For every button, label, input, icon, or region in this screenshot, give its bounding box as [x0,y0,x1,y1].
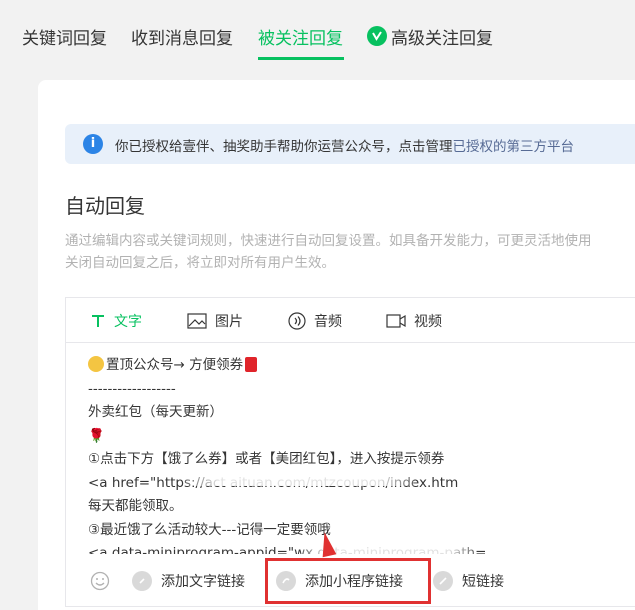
active-tab-underline [258,57,344,60]
type-tab-text-label: 文字 [114,314,142,330]
authorization-notice: i 你已授权给壹伴、抽奖助手帮助你运营公众号，点击管理已授权的第三方平台 [65,124,635,164]
emoji-icon [90,571,110,591]
reply-content-area[interactable]: 置顶公众号→ 方便领券 ------------------ 外卖红包（每天更新… [88,354,635,554]
content-line: ------------------ [88,380,176,397]
type-tab-audio-label: 音频 [314,314,342,330]
add-text-link-button[interactable]: 添加文字链接 [132,569,245,593]
short-link-icon [433,571,453,591]
tab-advanced-follow-reply[interactable]: 高级关注回复 [391,24,493,49]
type-tab-video[interactable]: 视频 [386,311,442,331]
third-party-platform-link[interactable]: 已授权的第三方平台 [453,139,575,155]
short-link-label: 短链接 [462,574,504,590]
tab-keyword-reply[interactable]: 关键词回复 [22,24,107,49]
tab-follow-reply[interactable]: 被关注回复 [258,24,343,49]
type-tab-image-label: 图片 [215,314,243,330]
mini-program-badge-icon [367,26,387,46]
editor-divider [66,342,635,343]
rose-emoji-line: 🌹 [88,427,105,444]
notice-message: 你已授权给壹伴、抽奖助手帮助你运营公众号，点击管理 [115,139,453,155]
audio-icon [288,312,306,330]
content-line: 外卖红包（每天更新） [88,404,223,420]
content-line: 每天都能领取。 [88,498,183,514]
type-tab-audio[interactable]: 音频 [288,311,342,331]
section-title: 自动回复 [65,194,145,218]
image-icon [187,313,207,329]
video-icon [386,314,406,328]
add-text-link-label: 添加文字链接 [161,574,245,590]
description-line-2: 关闭自动回复之后，将立即对所有用户生效。 [65,255,335,271]
reply-tabs: 关键词回复 收到消息回复 被关注回复 高级关注回复 [0,0,635,66]
type-tab-video-label: 视频 [414,314,442,330]
content-text: 置顶公众号→ 方便领券 [106,357,244,373]
info-icon: i [83,134,103,154]
redacted-region [184,470,414,486]
notice-text: 你已授权给壹伴、抽奖助手帮助你运营公众号，点击管理已授权的第三方平台 [115,135,574,155]
content-line: 置顶公众号→ 方便领券 [88,354,635,378]
link-icon [132,571,152,591]
emoji-button[interactable] [90,569,110,593]
annotation-highlight-box [265,558,431,604]
content-line: ①点击下方【饿了么券】或者【美团红包】，进入按提示领券 [88,451,445,467]
type-tab-image[interactable]: 图片 [187,311,243,331]
text-icon [92,315,104,327]
smile-emoji-icon [88,356,104,372]
type-tab-text[interactable]: 文字 [90,311,142,331]
description-line-1: 通过编辑内容或关键词规则，快速进行自动回复设置。如具备开发能力，可更灵活地使用 [65,233,592,249]
tab-message-reply[interactable]: 收到消息回复 [131,24,233,49]
short-link-button[interactable]: 短链接 [433,569,504,593]
section-description: 通过编辑内容或关键词规则，快速进行自动回复设置。如具备开发能力，可更灵活地使用 … [65,230,635,274]
content-line: ③最近饿了么活动较大---记得一定要领哦 [88,521,331,538]
red-envelope-emoji-icon [245,357,258,372]
